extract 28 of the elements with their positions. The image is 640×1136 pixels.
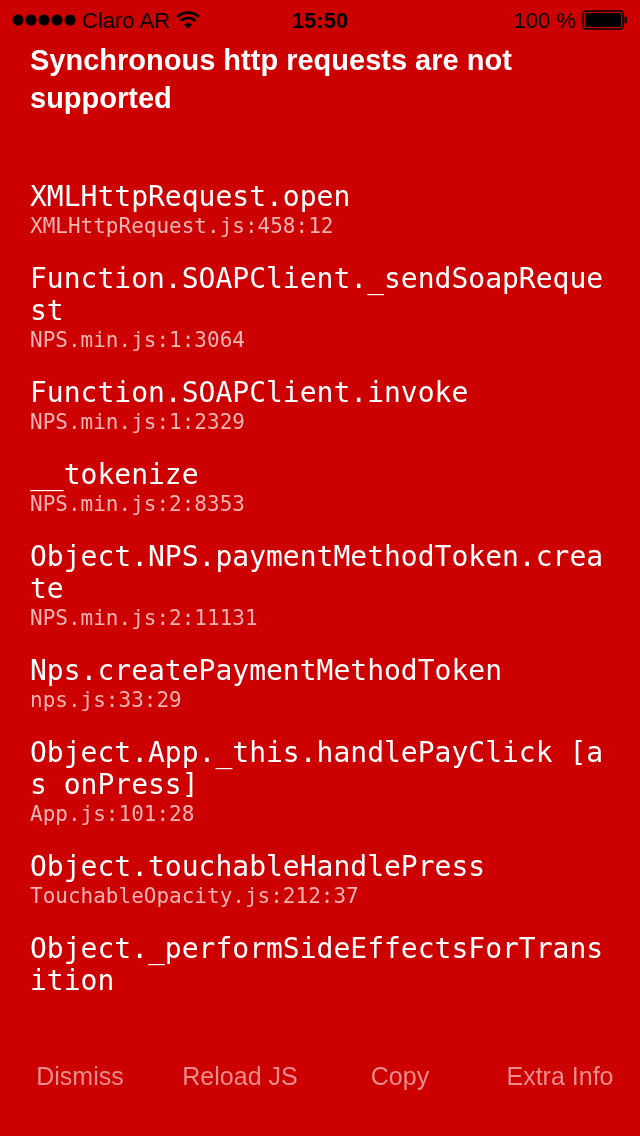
action-button[interactable]: Copy: [362, 1050, 438, 1104]
stack-frame-method: Nps.createPaymentMethodToken: [30, 655, 503, 687]
stack-frame-method: Object.touchableHandlePress: [30, 851, 487, 883]
battery-percent: 100 %: [513, 6, 576, 35]
stack-frame-location: NPS.min.js:2:11131: [30, 605, 259, 631]
stack-frame-location: NPS.min.js:1:2329: [30, 409, 246, 435]
stack-frame-location: NPS.min.js:2:8353: [30, 491, 246, 517]
wifi-icon: [176, 11, 201, 29]
signal-icon: [12, 14, 76, 26]
stack-frame-method: __tokenize: [30, 459, 200, 491]
clock-time: 15:50: [291, 6, 349, 35]
action-button[interactable]: Reload JS: [174, 1050, 306, 1104]
stack-frame-method: Object.NPS.paymentMethodToken.create: [30, 541, 605, 605]
action-button[interactable]: Extra Info: [498, 1050, 622, 1104]
stack-frame-method: XMLHttpRequest.open: [30, 181, 352, 213]
stack-frame-method: Function.SOAPClient._sendSoapRequest: [30, 263, 605, 327]
error-title: Synchronous http requests are not supported: [29, 43, 513, 116]
stack-frame-location: nps.js:33:29: [30, 687, 183, 713]
stack-frame-method: Object.App._this.handlePayClick [as onPress]: [30, 737, 605, 801]
action-button[interactable]: Dismiss: [28, 1050, 132, 1104]
battery-icon: [582, 10, 628, 30]
stack-frame-method: Object._performSideEffectsForTransition: [30, 933, 605, 997]
stack-frame-location: XMLHttpRequest.js:458:12: [30, 213, 335, 239]
stack-frame-method: Function.SOAPClient.invoke: [30, 377, 470, 409]
stack-frame-location: TouchableOpacity.js:212:37: [30, 883, 360, 909]
carrier-name: Claro AR: [82, 6, 171, 35]
stack-frame-location: App.js:101:28: [30, 801, 196, 827]
stack-frame-location: NPS.min.js:1:3064: [30, 327, 246, 353]
